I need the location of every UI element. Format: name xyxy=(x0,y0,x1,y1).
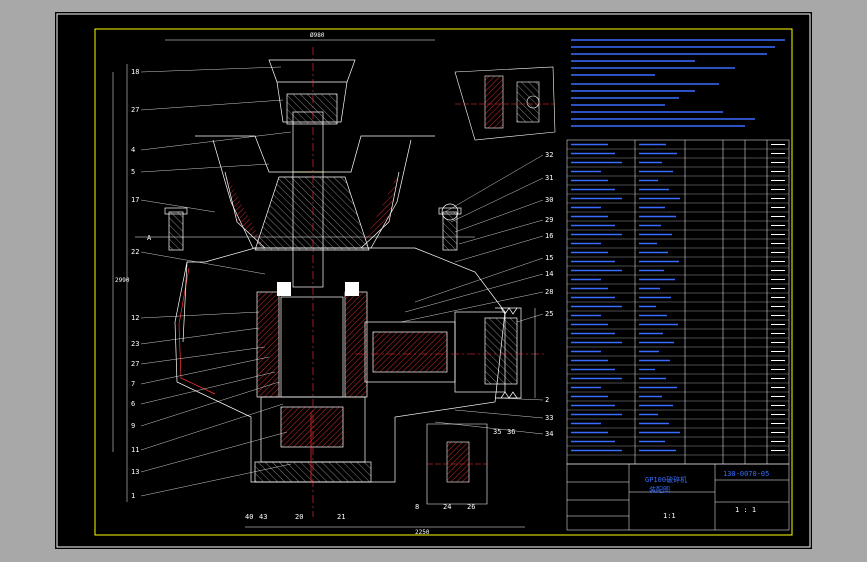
part-label: 6 xyxy=(131,400,135,408)
part-label: 33 xyxy=(545,414,553,422)
drawing-number: 130-0070-05 xyxy=(723,470,769,478)
dim-bottom-width: 2250 xyxy=(415,529,430,536)
leader-lines xyxy=(140,66,292,497)
dim-top-width: Ø980 xyxy=(310,32,325,39)
part-label: 36 xyxy=(507,428,515,436)
part-label: 12 xyxy=(131,314,139,322)
part-label: 32 xyxy=(545,151,553,159)
inner-frame xyxy=(94,28,793,536)
part-label: 7 xyxy=(131,380,135,388)
part-label: 9 xyxy=(131,422,135,430)
part-label: 1 xyxy=(131,492,135,500)
drawing-scale: 1:1 xyxy=(663,512,676,520)
part-label: 21 xyxy=(337,513,345,521)
part-label: 22 xyxy=(131,248,139,256)
part-label: 20 xyxy=(295,513,303,521)
part-label: 31 xyxy=(545,174,553,182)
part-label: 8 xyxy=(415,503,419,511)
drawing-sheet: Ø980 2990 2250 A 18 27 4 5 17 22 12 23 2… xyxy=(56,13,811,548)
part-label: 13 xyxy=(131,468,139,476)
drawing-name-line1: GP100破碎机 xyxy=(645,475,687,484)
part-label: 15 xyxy=(545,254,553,262)
part-label: 43 xyxy=(259,513,267,521)
dim-height: 2990 xyxy=(115,277,130,284)
part-label: 14 xyxy=(545,270,553,278)
part-label: 40 xyxy=(245,513,253,521)
part-label: 11 xyxy=(131,446,139,454)
drawing-name-line2: 装配图 xyxy=(649,485,670,494)
section-label: A xyxy=(147,234,152,242)
technical-notes xyxy=(571,39,785,127)
part-label: 17 xyxy=(131,196,139,204)
crusher-assembly xyxy=(164,59,522,483)
part-label: 27 xyxy=(131,106,139,114)
part-label: 23 xyxy=(131,340,139,348)
cad-viewport[interactable]: Ø980 2990 2250 A 18 27 4 5 17 22 12 23 2… xyxy=(55,12,812,549)
part-label: 5 xyxy=(131,168,135,176)
part-label: 16 xyxy=(545,232,553,240)
parts-list-rows xyxy=(567,143,789,456)
part-label: 24 xyxy=(443,503,451,511)
detail-view-bottom xyxy=(426,423,488,505)
part-label: 18 xyxy=(131,68,139,76)
part-label: 34 xyxy=(545,430,553,438)
drawing-sheet: 1 : 1 xyxy=(735,506,756,514)
part-label: 29 xyxy=(545,216,553,224)
part-label: 2 xyxy=(545,396,549,404)
part-label: 25 xyxy=(545,310,553,318)
part-label: 30 xyxy=(545,196,553,204)
part-labels-right: 32 31 30 29 16 15 14 28 25 2 33 34 xyxy=(545,151,553,438)
part-labels-left: 18 27 4 5 17 22 12 23 27 7 6 9 11 13 1 xyxy=(131,68,139,500)
part-label: 28 xyxy=(545,288,553,296)
part-label: 35 xyxy=(493,428,501,436)
part-label: 27 xyxy=(131,360,139,368)
detail-view-top xyxy=(454,66,556,141)
part-label: 26 xyxy=(467,503,475,511)
part-label: 4 xyxy=(131,146,135,154)
outer-frame xyxy=(56,13,811,548)
